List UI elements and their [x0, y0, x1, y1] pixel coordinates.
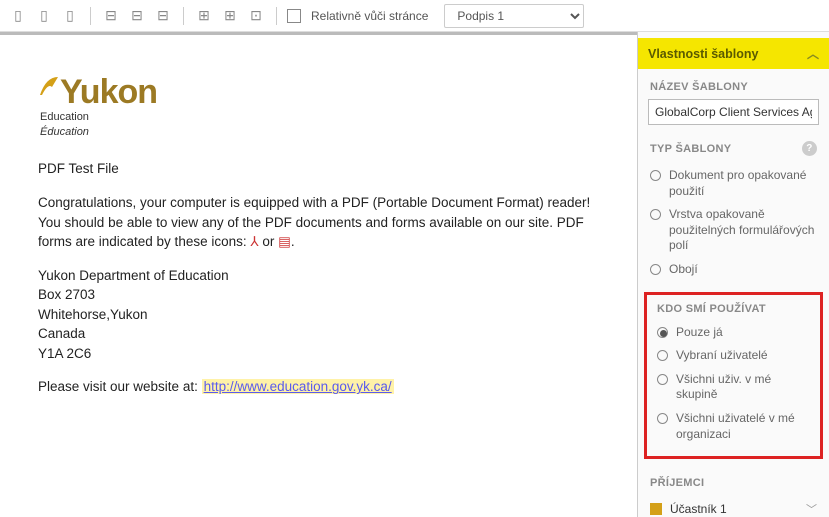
template-properties-header[interactable]: Vlastnosti šablony ︿ — [638, 38, 829, 69]
who-option-only-me[interactable]: Pouze já — [657, 321, 814, 345]
template-name-title: NÁZEV ŠABLONY — [638, 69, 829, 99]
distribute-v-icon[interactable]: ⊞ — [220, 6, 240, 26]
toolbar-divider — [276, 7, 277, 25]
distribute-h-icon[interactable]: ⊞ — [194, 6, 214, 26]
website-line: Please visit our website at: http://www.… — [38, 377, 599, 397]
pdf-person-icon: ⅄ — [250, 234, 258, 249]
doc-title: PDF Test File — [38, 159, 599, 179]
chevron-down-icon: ﹀ — [806, 501, 817, 517]
template-name-input[interactable] — [648, 99, 819, 125]
chevron-up-icon: ︿ — [807, 45, 819, 62]
template-type-group: Dokument pro opakované použití Vrstva op… — [638, 162, 829, 288]
help-icon[interactable]: ? — [802, 141, 817, 156]
relative-label: Relativně vůči stránce — [311, 9, 428, 23]
recipient-row[interactable]: Účastník 1 ﹀ — [638, 495, 829, 517]
radio-icon — [650, 209, 661, 220]
align-left-icon[interactable]: ▯ — [8, 6, 28, 26]
align-center-v-icon[interactable]: ⊟ — [127, 6, 147, 26]
who-option-org[interactable]: Všichni uživatelé v mé organizaci — [657, 407, 814, 446]
who-can-use-highlight: KDO SMÍ POUŽÍVAT Pouze já Vybraní uživat… — [644, 292, 823, 460]
website-link[interactable]: http://www.education.gov.yk.ca/ — [202, 379, 394, 394]
doc-paragraph: Congratulations, your computer is equipp… — [38, 193, 599, 252]
align-bottom-icon[interactable]: ⊟ — [153, 6, 173, 26]
type-option-form-layer[interactable]: Vrstva opakovaně použitelných formulářov… — [650, 203, 825, 258]
yukon-logo: Yukon Education Éducation — [38, 75, 599, 139]
relative-checkbox[interactable] — [287, 9, 301, 23]
who-option-group[interactable]: Všichni uživ. v mé skupině — [657, 368, 814, 407]
who-option-selected-users[interactable]: Vybraní uživatelé — [657, 344, 814, 368]
template-type-title: TYP ŠABLONY ? — [638, 129, 829, 162]
pdf-page: Yukon Education Éducation PDF Test File … — [0, 35, 637, 431]
document-canvas[interactable]: Yukon Education Éducation PDF Test File … — [0, 32, 637, 517]
logo-wordmark: Yukon — [60, 73, 157, 111]
radio-icon — [657, 413, 668, 424]
recipients-title: PŘÍJEMCI — [638, 465, 829, 495]
toolbar: ▯ ▯ ▯ ⊟ ⊟ ⊟ ⊞ ⊞ ⊡ Relativně vůči stránce… — [0, 0, 829, 32]
logo-sub-en: Education — [40, 111, 599, 124]
who-can-use-title: KDO SMÍ POUŽÍVAT — [649, 297, 818, 319]
field-select[interactable]: Podpis 1 — [444, 4, 584, 28]
type-option-both[interactable]: Obojí — [650, 258, 825, 282]
radio-icon — [657, 350, 668, 361]
align-top-icon[interactable]: ⊟ — [101, 6, 121, 26]
toolbar-divider — [183, 7, 184, 25]
logo-sub-fr: Éducation — [40, 126, 599, 139]
radio-icon — [657, 374, 668, 385]
radio-icon — [650, 264, 661, 275]
recipient-label: Účastník 1 — [670, 502, 727, 516]
radio-icon — [657, 327, 668, 338]
recipient-color-icon — [650, 503, 662, 515]
who-can-use-group: Pouze já Vybraní uživatelé Všichni uživ.… — [649, 319, 818, 453]
align-center-h-icon[interactable]: ▯ — [34, 6, 54, 26]
align-right-icon[interactable]: ▯ — [60, 6, 80, 26]
address-block: Yukon Department of Education Box 2703 W… — [38, 266, 599, 364]
panel-title: Vlastnosti šablony — [648, 47, 758, 61]
type-option-reusable-doc[interactable]: Dokument pro opakované použití — [650, 164, 825, 203]
properties-sidebar: Vlastnosti šablony ︿ NÁZEV ŠABLONY TYP Š… — [637, 32, 829, 517]
radio-icon — [650, 170, 661, 181]
resize-icon[interactable]: ⊡ — [246, 6, 266, 26]
toolbar-divider — [90, 7, 91, 25]
pdf-file-icon: ▤ — [278, 234, 291, 249]
